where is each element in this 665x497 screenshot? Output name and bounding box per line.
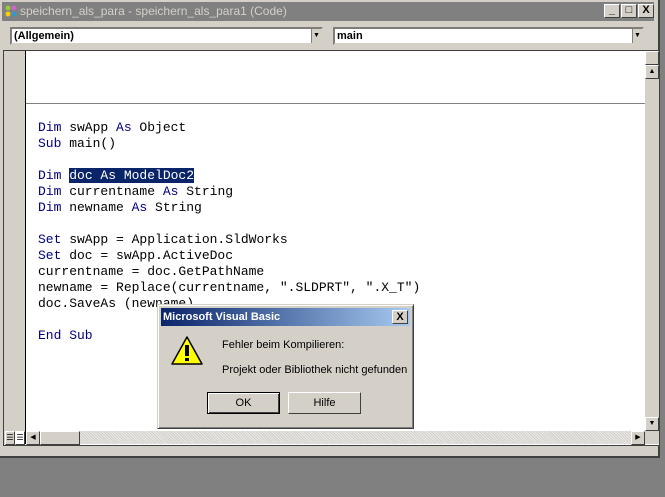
code-line[interactable] xyxy=(38,216,420,232)
code-token: doc = swApp.ActiveDoc xyxy=(61,248,234,263)
ok-button[interactable]: OK xyxy=(207,392,280,414)
keyword: Dim xyxy=(38,184,62,199)
keyword: Set xyxy=(38,232,62,247)
object-combo[interactable]: (Allgemein) ▼ xyxy=(10,27,323,45)
code-line[interactable]: currentname = doc.GetPathName xyxy=(38,264,420,280)
keyword: End Sub xyxy=(38,328,93,343)
keyword: Sub xyxy=(38,136,62,151)
horizontal-scrollbar[interactable]: ◀ ▶ xyxy=(26,431,645,445)
chevron-down-icon[interactable]: ▼ xyxy=(311,29,321,43)
code-line[interactable]: newname = Replace(currentname, ".SLDPRT"… xyxy=(38,280,420,296)
code-line[interactable]: Set doc = swApp.ActiveDoc xyxy=(38,248,420,264)
maximize-button[interactable]: □ xyxy=(621,4,637,18)
title-bar: speichern_als_para - speichern_als_para1… xyxy=(2,2,654,21)
warning-icon xyxy=(171,336,203,365)
keyword: Dim xyxy=(38,200,62,215)
procedure-combo[interactable]: main ▼ xyxy=(333,27,644,45)
procedure-view-icon[interactable]: ☰ xyxy=(5,431,15,445)
scroll-left-button[interactable]: ◀ xyxy=(26,431,40,445)
vertical-scrollbar[interactable]: ▲ ▼ xyxy=(645,51,659,444)
code-line[interactable]: Set swApp = Application.SldWorks xyxy=(38,232,420,248)
code-line[interactable] xyxy=(38,88,420,104)
scroll-thumb[interactable] xyxy=(40,431,80,445)
minimize-button[interactable]: _ xyxy=(604,4,620,18)
code-token: swApp xyxy=(61,120,117,135)
keyword: Set xyxy=(38,248,62,263)
code-line[interactable]: Dim doc As ModelDoc2 xyxy=(38,168,420,184)
split-handle[interactable] xyxy=(645,51,659,65)
error-message-heading: Fehler beim Kompilieren: xyxy=(222,339,345,351)
code-line[interactable]: Dim currentname As String xyxy=(38,184,420,200)
chevron-down-icon[interactable]: ▼ xyxy=(632,29,642,43)
error-message-detail: Projekt oder Bibliothek nicht gefunden xyxy=(222,364,408,376)
window-title: speichern_als_para - speichern_als_para1… xyxy=(20,4,287,18)
selected-text: doc As ModelDoc2 xyxy=(69,168,195,183)
code-token: Object xyxy=(131,120,187,135)
code-token: newname xyxy=(61,200,132,215)
scroll-right-button[interactable]: ▶ xyxy=(631,431,645,445)
dialog-title: Microsoft Visual Basic xyxy=(163,311,281,323)
keyword: Dim xyxy=(38,168,62,183)
code-token: swApp = Application.SldWorks xyxy=(61,232,288,247)
close-button[interactable]: X xyxy=(638,4,654,18)
code-line[interactable]: Dim newname As String xyxy=(38,200,420,216)
code-line[interactable] xyxy=(38,152,420,168)
code-token: currentname = doc.GetPathName xyxy=(38,264,265,279)
code-token: String xyxy=(147,200,202,215)
vba-module-icon xyxy=(5,5,17,17)
scroll-down-button[interactable]: ▼ xyxy=(645,417,659,431)
full-module-view-icon[interactable]: ☰ xyxy=(15,431,25,445)
error-dialog: Microsoft Visual Basic X Fehler beim Kom… xyxy=(157,304,414,429)
code-token: String xyxy=(178,184,234,199)
code-line[interactable]: Dim swApp As Object xyxy=(38,120,420,136)
keyword: As xyxy=(162,184,179,199)
keyword: Dim xyxy=(38,120,62,135)
code-token: currentname xyxy=(61,184,163,199)
dialog-title-bar: Microsoft Visual Basic X xyxy=(161,308,410,326)
margin-indicator-bar[interactable] xyxy=(4,51,26,444)
object-combo-value: (Allgemein) xyxy=(14,30,74,42)
keyword: As xyxy=(131,200,148,215)
dialog-close-button[interactable]: X xyxy=(392,310,408,324)
code-line[interactable]: Sub main() xyxy=(38,136,420,152)
help-button[interactable]: Hilfe xyxy=(288,392,361,414)
code-line[interactable] xyxy=(38,104,420,120)
procedure-combo-value: main xyxy=(337,30,363,42)
code-token: newname = Replace(currentname, ".SLDPRT"… xyxy=(38,280,421,295)
code-token: main() xyxy=(61,136,117,151)
keyword: As xyxy=(116,120,132,135)
scroll-up-button[interactable]: ▲ xyxy=(645,65,659,79)
